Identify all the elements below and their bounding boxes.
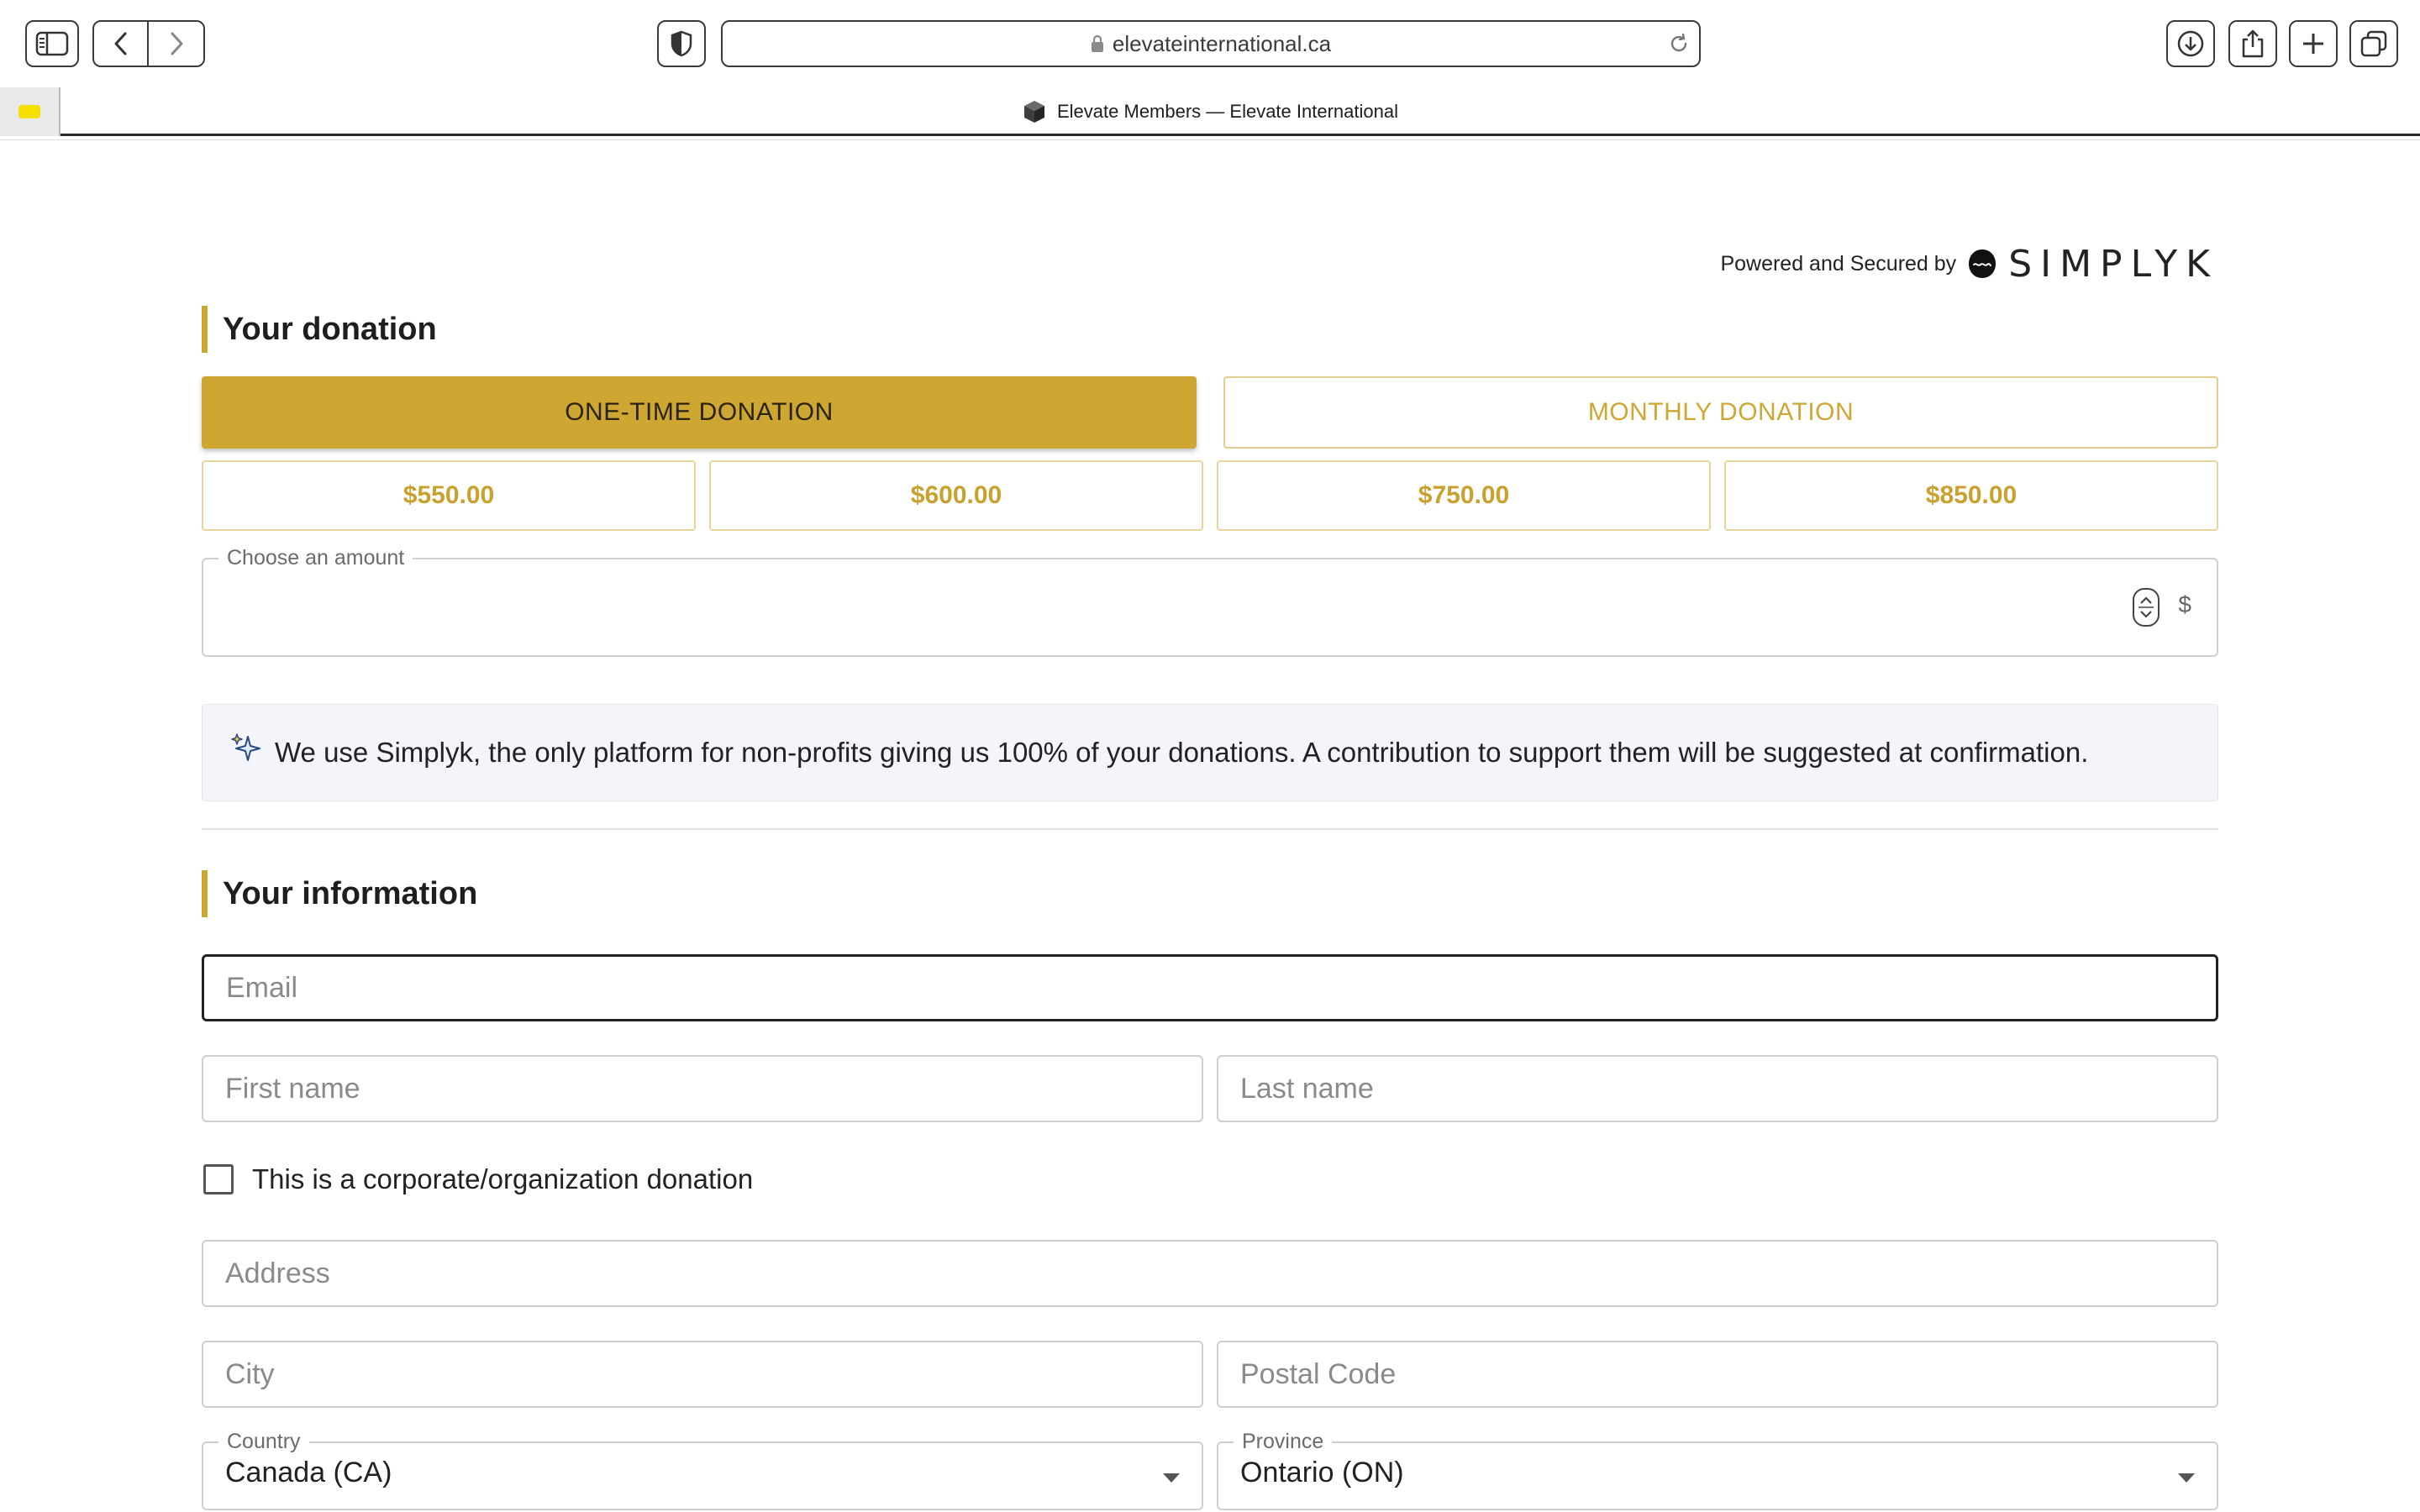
country-value: Canada (CA) <box>225 1457 392 1488</box>
powered-by-text: Powered and Secured by <box>1720 251 1957 276</box>
last-name-field[interactable] <box>1217 1055 2218 1122</box>
currency-symbol: $ <box>2178 591 2191 617</box>
share-icon[interactable] <box>2228 20 2277 67</box>
simplyk-info-box: We use Simplyk, the only platform for no… <box>202 704 2218 801</box>
history-nav <box>92 20 205 67</box>
chevron-left-icon[interactable] <box>94 22 150 66</box>
amount-option-750[interactable]: $750.00 <box>1217 460 1711 531</box>
corporate-donation-label[interactable]: This is a corporate/organization donatio… <box>252 1163 753 1195</box>
download-icon[interactable] <box>2166 20 2215 67</box>
section-accent-bar <box>202 870 208 917</box>
section-divider <box>202 828 2218 830</box>
province-select[interactable]: Province Ontario (ON) <box>1217 1430 2218 1510</box>
donation-title: Your donation <box>223 311 437 347</box>
amount-field-label: Choose an amount <box>218 546 413 570</box>
city-field[interactable] <box>202 1341 1203 1408</box>
information-section-title: Your information <box>202 870 477 917</box>
sidebar-icon[interactable] <box>25 20 79 67</box>
lock-icon <box>1091 34 1103 52</box>
address-field[interactable] <box>202 1240 2218 1307</box>
simplyk-info-text: We use Simplyk, the only platform for no… <box>275 737 2089 768</box>
amount-field[interactable]: Choose an amount $ <box>202 546 2218 657</box>
simplyk-wordmark: SIMPLYK <box>2008 242 2218 286</box>
amount-stepper-icon[interactable] <box>2133 588 2160 627</box>
tab-bar: Elevate Members — Elevate International <box>0 87 2420 136</box>
one-time-donation-button[interactable]: ONE-TIME DONATION <box>202 376 1197 449</box>
first-name-field[interactable] <box>202 1055 1203 1122</box>
tabs-overview-icon[interactable] <box>2349 20 2398 67</box>
sparkle-icon <box>231 733 260 761</box>
country-select[interactable]: Country Canada (CA) <box>202 1430 1203 1510</box>
amount-option-550[interactable]: $550.00 <box>202 460 696 531</box>
province-label: Province <box>1234 1430 1333 1454</box>
email-field[interactable] <box>202 954 2218 1021</box>
url-text: elevateinternational.ca <box>1112 30 1332 56</box>
simplyk-logo-icon <box>1969 249 1996 278</box>
shield-icon[interactable] <box>657 20 706 67</box>
tab-title: Elevate Members — Elevate International <box>1057 101 1398 122</box>
address-bar[interactable]: elevateinternational.ca <box>721 20 1701 67</box>
information-title: Your information <box>223 875 478 911</box>
plus-icon[interactable] <box>2289 20 2338 67</box>
content-top-border <box>0 139 2420 140</box>
powered-by: Powered and Secured by SIMPLYK <box>1720 240 2218 287</box>
active-tab[interactable]: Elevate Members — Elevate International <box>0 87 2420 136</box>
browser-toolbar: elevateinternational.ca <box>0 0 2420 87</box>
amount-option-850[interactable]: $850.00 <box>1724 460 2218 531</box>
monthly-donation-button[interactable]: MONTHLY DONATION <box>1223 376 2218 449</box>
donation-section-title: Your donation <box>202 306 437 353</box>
chevron-down-icon <box>2178 1473 2195 1483</box>
chevron-down-icon <box>1163 1473 1180 1483</box>
corporate-donation-checkbox[interactable] <box>203 1164 234 1194</box>
reload-icon[interactable] <box>1667 32 1691 55</box>
country-label: Country <box>218 1430 309 1454</box>
chevron-right-icon[interactable] <box>149 22 203 66</box>
section-accent-bar <box>202 306 208 353</box>
postal-code-field[interactable] <box>1217 1341 2218 1408</box>
corporate-donation-row: This is a corporate/organization donatio… <box>202 1156 753 1203</box>
province-value: Ontario (ON) <box>1240 1457 1404 1488</box>
cube-favicon-icon <box>1024 101 1044 123</box>
amount-option-600[interactable]: $600.00 <box>709 460 1203 531</box>
